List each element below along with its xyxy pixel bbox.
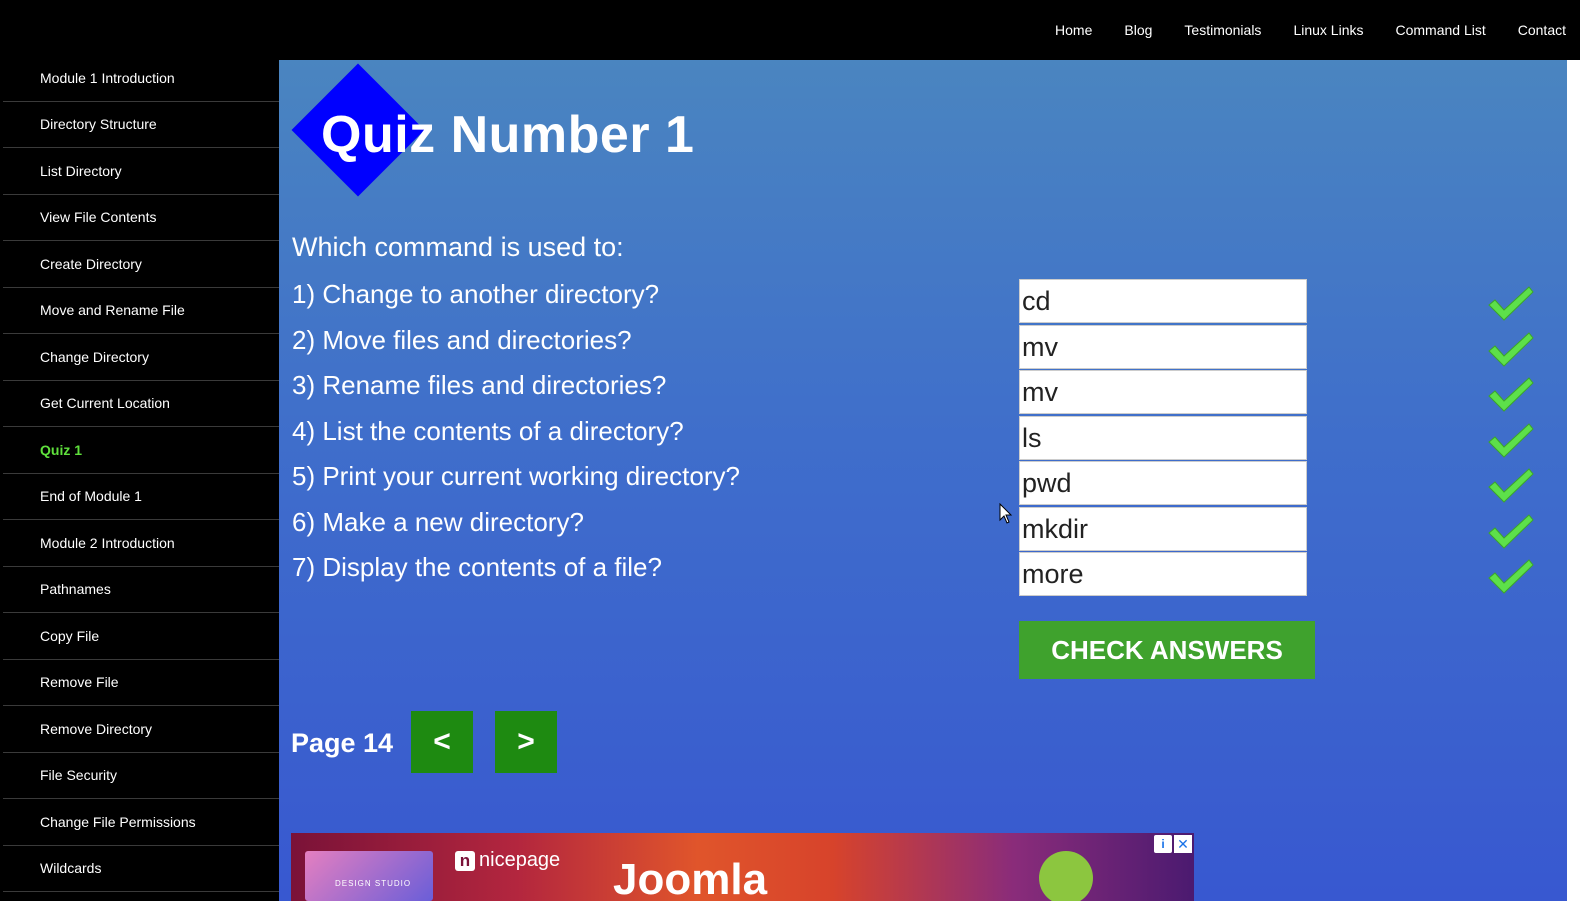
checkmark-icon: [1488, 468, 1534, 503]
sidebar-item-module-1-introduction[interactable]: Module 1 Introduction: [3, 55, 279, 102]
ad-info-icon[interactable]: i: [1154, 835, 1172, 853]
checkmark-icon: [1488, 377, 1534, 412]
mouse-cursor-icon: [999, 503, 1013, 524]
sidebar-item-remove-file[interactable]: Remove File: [3, 660, 279, 706]
nav-link-command-list[interactable]: Command List: [1395, 22, 1485, 38]
nav-link-linux-links[interactable]: Linux Links: [1293, 22, 1363, 38]
ad-thumbnail: DESIGN STUDIO: [305, 851, 433, 901]
nav-link-testimonials[interactable]: Testimonials: [1184, 22, 1261, 38]
question-text: 7) Display the contents of a file?: [292, 552, 662, 582]
sidebar-item-create-directory[interactable]: Create Directory: [3, 241, 279, 288]
question-text: 2) Move files and directories?: [292, 324, 632, 355]
ad-brand-text: nicepage: [479, 849, 561, 871]
ad-brand: n nicepage: [455, 849, 560, 872]
sidebar-item-get-current-location[interactable]: Get Current Location: [3, 381, 279, 427]
question-text: 1) Change to another directory?: [292, 279, 660, 309]
prev-page-button[interactable]: <: [411, 711, 473, 773]
sidebar: Module 1 Introduction Directory Structure…: [3, 55, 279, 901]
sidebar-item-directory-structure[interactable]: Directory Structure: [3, 102, 279, 148]
nav-link-contact[interactable]: Contact: [1518, 22, 1566, 38]
ad-headline: Joomla: [613, 855, 768, 901]
checkmark-icon: [1488, 331, 1534, 367]
nicepage-logo-icon: n: [455, 850, 475, 871]
scrollbar-track[interactable]: [1567, 60, 1580, 901]
next-page-button[interactable]: >: [495, 711, 557, 773]
question-text: 5) Print your current working directory?: [292, 461, 740, 491]
checkmark-icon: [1488, 559, 1534, 594]
page-number: Page 14: [291, 728, 394, 758]
sidebar-item-copy-file[interactable]: Copy File: [3, 613, 279, 660]
ad-thumb-text: DESIGN STUDIO: [335, 879, 412, 888]
question-text: 3) Rename files and directories?: [292, 370, 667, 400]
answer-input[interactable]: mv: [1019, 370, 1307, 414]
top-nav: Home Blog Testimonials Linux Links Command L…: [1055, 0, 1566, 60]
sidebar-item-wildcards[interactable]: Wildcards: [3, 846, 279, 892]
quiz-intro: Which command is used to:: [292, 232, 624, 262]
sidebar-item-change-directory[interactable]: Change Directory: [3, 334, 279, 381]
checkmark-icon: [1488, 422, 1534, 458]
main-content: Quiz Number 1 Which command is used to: …: [279, 60, 1567, 901]
sidebar-item-pathnames[interactable]: Pathnames: [3, 567, 279, 613]
answer-input[interactable]: mv: [1019, 324, 1307, 369]
question-text: 4) List the contents of a directory?: [292, 415, 684, 446]
answer-input[interactable]: pwd: [1019, 461, 1307, 505]
ad-close-icon[interactable]: ✕: [1174, 835, 1192, 853]
ad-mascot-icon: [1039, 851, 1093, 901]
checkmark-icon: [1488, 286, 1534, 321]
nav-link-home[interactable]: Home: [1055, 22, 1092, 38]
page-title: Quiz Number 1: [321, 106, 695, 164]
answer-input[interactable]: ls: [1019, 415, 1307, 460]
answer-input[interactable]: more: [1019, 552, 1307, 596]
sidebar-item-quiz-1[interactable]: Quiz 1: [3, 427, 279, 474]
sidebar-item-end-of-module-1[interactable]: End of Module 1: [3, 474, 279, 520]
sidebar-item-file-security[interactable]: File Security: [3, 753, 279, 799]
sidebar-item-remove-directory[interactable]: Remove Directory: [3, 706, 279, 753]
ad-banner[interactable]: DESIGN STUDIO n nicepage Joomla i ✕: [291, 833, 1194, 901]
sidebar-item-module-2-introduction[interactable]: Module 2 Introduction: [3, 520, 279, 567]
answer-input[interactable]: cd: [1019, 279, 1307, 323]
sidebar-item-list-directory[interactable]: List Directory: [3, 148, 279, 195]
checkmark-icon: [1488, 513, 1534, 549]
answer-input[interactable]: mkdir: [1019, 506, 1307, 551]
sidebar-item-view-file-contents[interactable]: View File Contents: [3, 195, 279, 241]
sidebar-item-change-file-permissions[interactable]: Change File Permissions: [3, 799, 279, 846]
check-answers-button[interactable]: CHECK ANSWERS: [1019, 621, 1315, 679]
sidebar-item-move-and-rename-file[interactable]: Move and Rename File: [3, 288, 279, 334]
nav-link-blog[interactable]: Blog: [1124, 22, 1152, 38]
top-bar: Home Blog Testimonials Linux Links Command L…: [0, 0, 1580, 60]
question-text: 6) Make a new directory?: [292, 506, 584, 537]
